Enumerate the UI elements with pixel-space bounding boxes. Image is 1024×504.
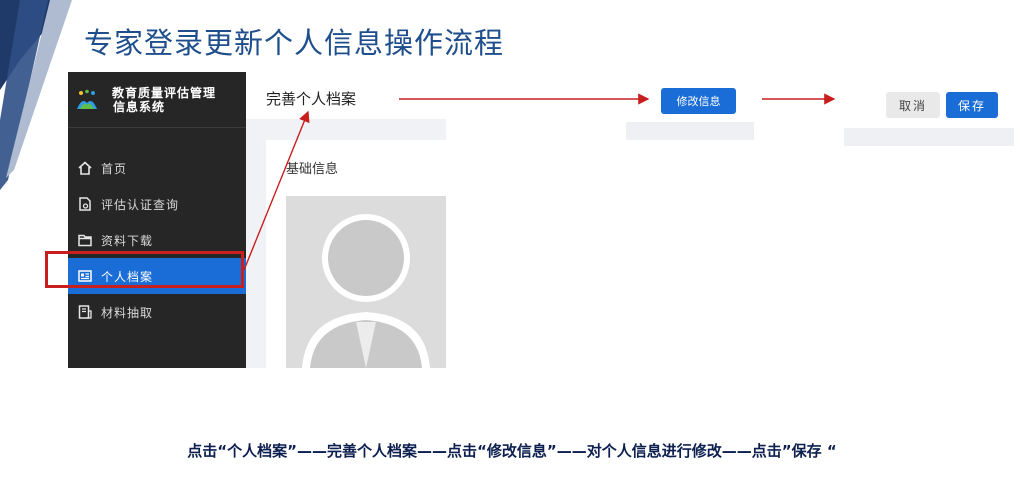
app-name: 教育质量评估管理 信息系统 — [112, 86, 216, 114]
sidebar: 教育质量评估管理 信息系统 首页 评估认证查询 资料下载 个人档案 材料抽取 — [68, 72, 246, 368]
cancel-button[interactable]: 取消 — [886, 92, 940, 118]
sidebar-item-label: 首页 — [101, 161, 128, 176]
sidebar-item-evaluation-query[interactable]: 评估认证查询 — [68, 186, 246, 222]
card-title: 基础信息 — [286, 162, 339, 177]
sidebar-item-material-extraction[interactable]: 材料抽取 — [68, 294, 246, 330]
home-icon — [78, 161, 92, 175]
slide-title: 专家登录更新个人信息操作流程 — [84, 26, 505, 60]
folder-icon — [78, 234, 92, 247]
sidebar-menu: 首页 评估认证查询 资料下载 个人档案 材料抽取 — [68, 150, 246, 330]
sidebar-item-label: 材料抽取 — [101, 305, 154, 320]
flow-caption: 点击“个人档案”——完善个人档案——点击“修改信息”——对个人信息进行修改——点… — [187, 442, 837, 460]
action-bar-strip — [844, 128, 1014, 146]
extract-document-icon — [78, 305, 92, 319]
avatar-placeholder-icon — [286, 196, 446, 368]
app-logo-icon — [77, 89, 97, 109]
sidebar-header: 教育质量评估管理 信息系统 — [68, 72, 246, 128]
app-name-line2: 信息系统 — [113, 99, 166, 114]
document-search-icon — [79, 197, 91, 211]
app-name-line1: 教育质量评估管理 — [112, 85, 217, 100]
sidebar-item-home[interactable]: 首页 — [68, 150, 246, 186]
save-button[interactable]: 保存 — [946, 92, 998, 118]
toolbar-strip — [626, 122, 754, 140]
sidebar-item-label: 资料下载 — [101, 233, 154, 248]
sidebar-item-label: 评估认证查询 — [101, 197, 180, 212]
highlight-box — [45, 251, 244, 288]
modify-info-button[interactable]: 修改信息 — [661, 88, 736, 114]
page-title: 完善个人档案 — [266, 90, 357, 108]
